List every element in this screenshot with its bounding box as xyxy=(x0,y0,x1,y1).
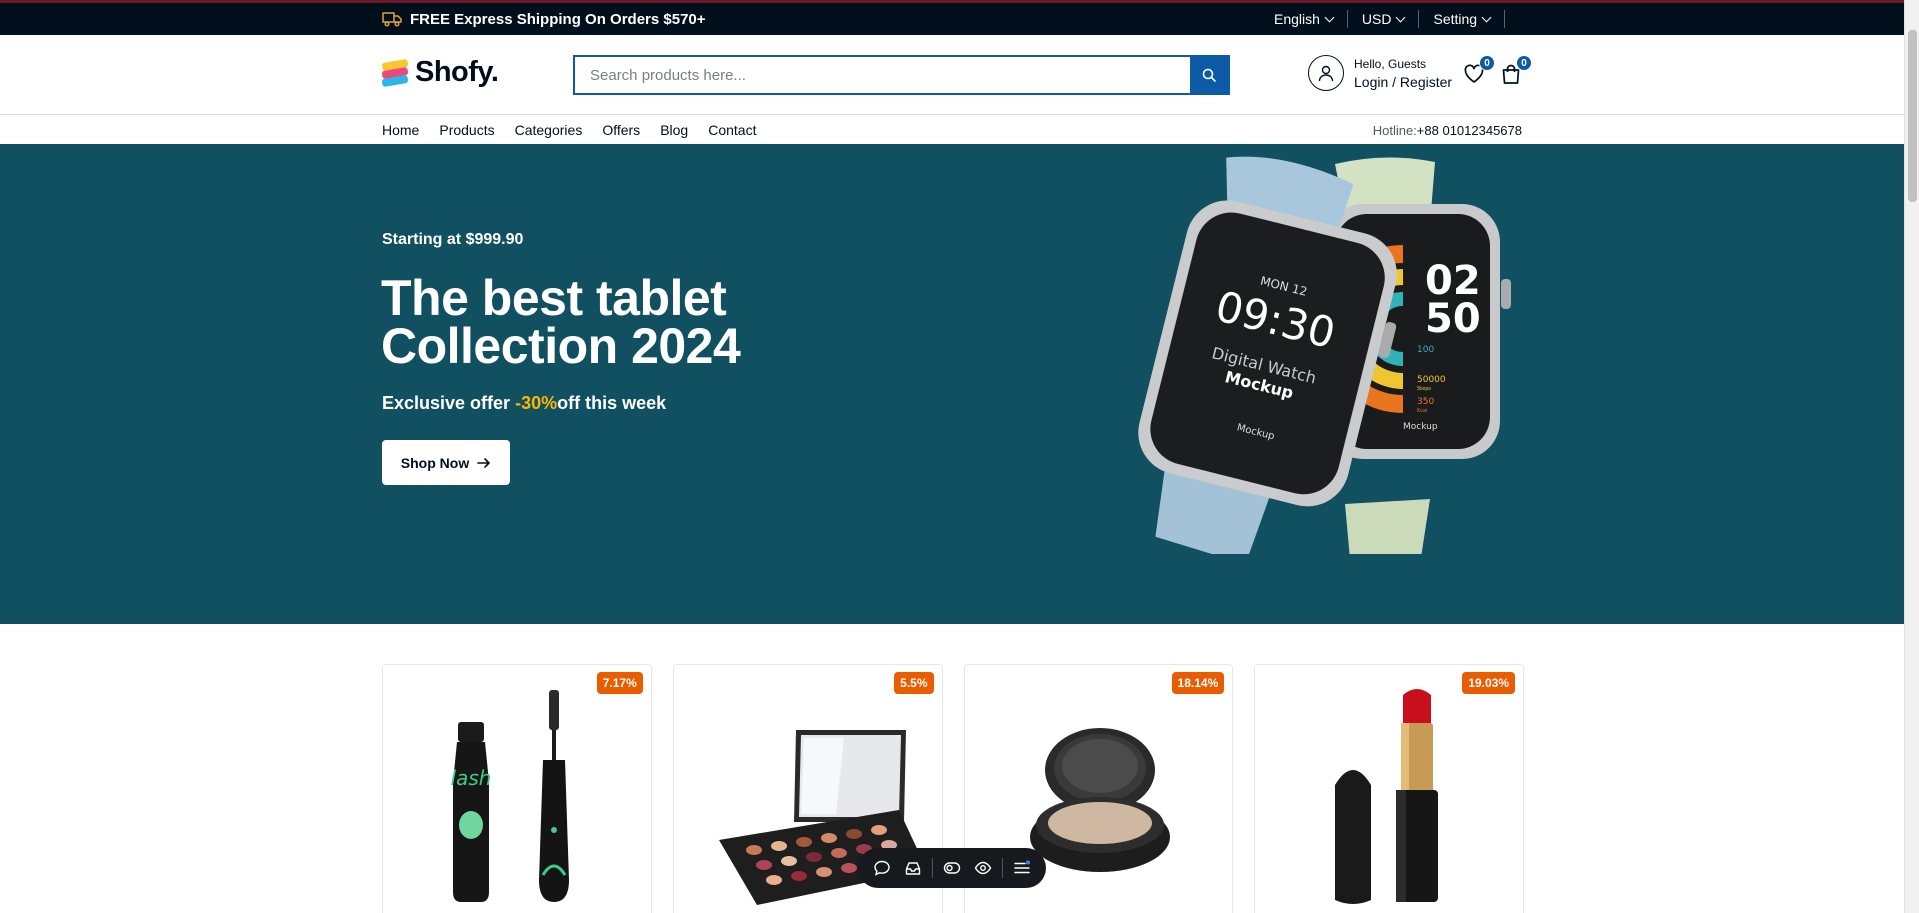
chevron-down-icon xyxy=(1481,12,1492,22)
logo[interactable]: Shofy. xyxy=(381,56,499,89)
wishlist-count-badge: 0 xyxy=(1479,55,1495,71)
watch-stat3-label: Kcal xyxy=(1417,408,1427,414)
shop-now-button[interactable]: Shop Now xyxy=(382,440,510,485)
top-bar: FREE Express Shipping On Orders $570+ En… xyxy=(0,0,1904,35)
search-bar xyxy=(573,55,1230,95)
login-register-link[interactable]: Login / Register xyxy=(1354,73,1452,91)
watch-minute: 50 xyxy=(1425,296,1481,342)
hero-banner: Starting at $999.90 The best tablet Coll… xyxy=(0,144,1904,624)
header: Shofy. Hello, Guests Login / Register 0 … xyxy=(0,35,1904,115)
lipstick-product-image xyxy=(1335,689,1439,904)
scrollbar-thumb[interactable] xyxy=(1908,30,1917,202)
nav-menu: Home Products Categories Offers Blog Con… xyxy=(382,116,756,144)
offer-suffix: off this week xyxy=(557,393,667,413)
offer-percent: -30% xyxy=(515,393,558,413)
toggle-icon[interactable] xyxy=(940,856,964,880)
nav-item-contact[interactable]: Contact xyxy=(708,122,756,138)
inbox-icon[interactable] xyxy=(901,856,925,880)
nav-item-blog[interactable]: Blog xyxy=(660,122,688,138)
page: FREE Express Shipping On Orders $570+ En… xyxy=(0,0,1919,913)
greeting-text: Hello, Guests xyxy=(1354,57,1427,71)
watch-stat2-label: Steps xyxy=(1417,386,1431,392)
language-select[interactable]: English xyxy=(1260,10,1348,28)
language-label: English xyxy=(1274,11,1320,27)
hero-title: The best tablet Collection 2024 xyxy=(381,273,741,371)
page-scrollbar[interactable] xyxy=(1904,0,1919,913)
product-card[interactable]: 19.03% xyxy=(1254,664,1524,913)
account-link[interactable]: Hello, Guests Login / Register xyxy=(1308,55,1452,91)
smartwatch-image: 02 50 100 50000 Steps 350 Kcal Mockup MO… xyxy=(1138,156,1511,554)
hero-offer: Exclusive offer -30%off this week xyxy=(382,393,666,414)
nav-item-offers[interactable]: Offers xyxy=(602,122,640,138)
watch-stat2: 50000 xyxy=(1417,375,1446,385)
product-card[interactable]: 7.17% lash xyxy=(382,664,652,913)
setting-label: Setting xyxy=(1433,11,1478,27)
toolbar-divider xyxy=(1002,858,1004,878)
currency-select[interactable]: USD xyxy=(1348,10,1420,28)
top-tools: English USD Setting xyxy=(1260,3,1523,35)
user-icon xyxy=(1308,55,1344,91)
toolbar-divider xyxy=(931,858,933,878)
watch-stat1: 100 xyxy=(1417,345,1434,355)
logo-mark-icon xyxy=(381,58,410,87)
shop-now-label: Shop Now xyxy=(400,454,470,471)
hero-title-line2: Collection 2024 xyxy=(381,318,741,374)
wishlist-button[interactable]: 0 xyxy=(1463,55,1495,87)
currency-label: USD xyxy=(1361,11,1392,27)
shipping-notice: FREE Express Shipping On Orders $570+ xyxy=(382,3,706,35)
cart-button[interactable]: 0 xyxy=(1500,55,1532,87)
truck-icon xyxy=(382,11,402,27)
setting-select[interactable]: Setting xyxy=(1419,10,1506,28)
watch-stat3: 350 xyxy=(1417,397,1434,407)
watch-right-brand: Mockup xyxy=(1403,422,1438,432)
floating-toolbar xyxy=(858,848,1046,888)
shipping-text: FREE Express Shipping On Orders $570+ xyxy=(410,10,706,28)
logo-text: Shofy. xyxy=(415,56,499,88)
chevron-down-icon xyxy=(1324,12,1335,22)
hotline-number: +88 01012345678 xyxy=(1416,122,1522,138)
chevron-down-icon xyxy=(1396,12,1406,22)
hero-pretitle: Starting at $999.90 xyxy=(382,231,524,248)
main-nav: Home Products Categories Offers Blog Con… xyxy=(0,116,1904,144)
menu-icon[interactable] xyxy=(1010,856,1034,880)
nav-item-products[interactable]: Products xyxy=(439,122,494,138)
offer-prefix: Exclusive offer xyxy=(382,393,511,413)
cart-count-badge: 0 xyxy=(1516,55,1532,71)
hotline[interactable]: Hotline: +88 01012345678 xyxy=(1373,116,1522,144)
search-icon xyxy=(1202,68,1216,82)
arrow-right-icon xyxy=(477,457,491,468)
hotline-label: Hotline: xyxy=(1372,122,1417,138)
eye-icon[interactable] xyxy=(971,856,995,880)
search-input[interactable] xyxy=(575,57,1190,93)
comment-icon[interactable] xyxy=(870,856,894,880)
svg-text:lash: lash xyxy=(451,766,492,790)
mascara-product-image: lash xyxy=(451,690,569,902)
nav-item-categories[interactable]: Categories xyxy=(515,122,583,138)
nav-item-home[interactable]: Home xyxy=(382,122,419,138)
search-button[interactable] xyxy=(1190,57,1228,93)
